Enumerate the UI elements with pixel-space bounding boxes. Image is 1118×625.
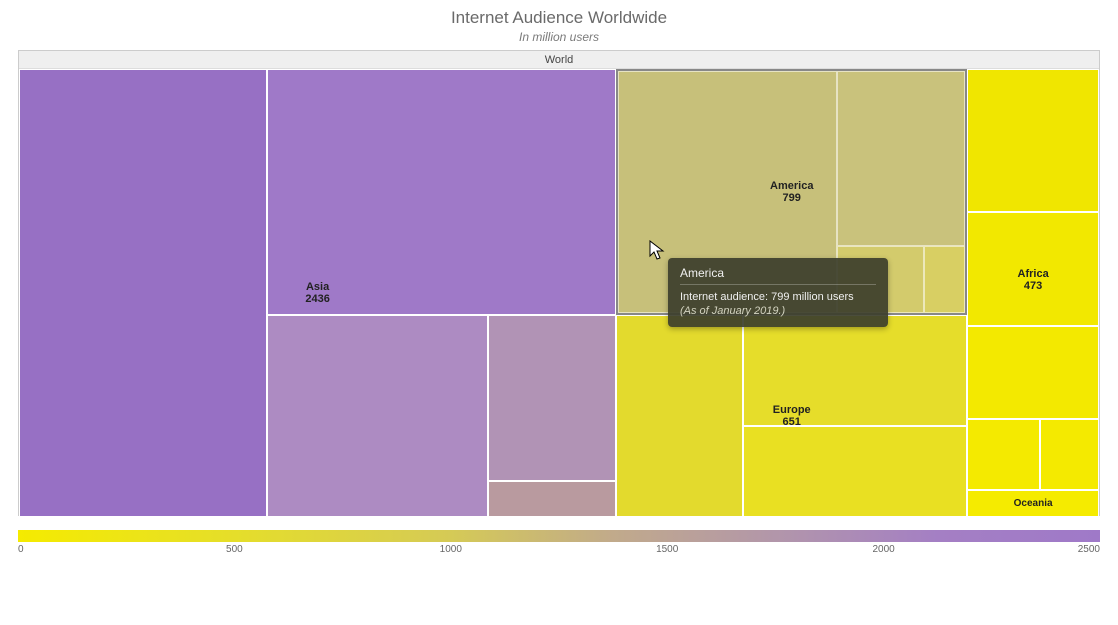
scale-tick: 2500 xyxy=(1078,544,1100,555)
color-scale-gradient xyxy=(18,530,1100,542)
chart-subtitle: In million users xyxy=(0,30,1118,44)
region-asia-child-4[interactable] xyxy=(488,315,616,481)
scale-tick: 1000 xyxy=(440,544,462,555)
tooltip-title: America xyxy=(680,266,876,285)
tooltip: America Internet audience: 799 million u… xyxy=(668,258,888,327)
region-africa[interactable]: Africa 473 xyxy=(967,69,1099,490)
region-oceania[interactable]: Oceania xyxy=(967,490,1099,517)
region-asia-child-1[interactable] xyxy=(19,69,267,517)
region-oceania-label: Oceania xyxy=(1014,498,1053,509)
scale-tick: 0 xyxy=(18,544,24,555)
region-africa-child-1[interactable] xyxy=(967,69,1099,212)
tooltip-value-line: Internet audience: 799 million users xyxy=(680,291,876,303)
region-europe[interactable]: Europe 651 xyxy=(616,315,967,517)
region-europe-child-2[interactable] xyxy=(743,315,968,426)
region-america-child-4[interactable] xyxy=(924,246,966,314)
region-africa-child-2[interactable] xyxy=(967,212,1099,326)
region-asia-child-3[interactable] xyxy=(267,315,488,517)
color-scale: 0 500 1000 1500 2000 2500 xyxy=(18,530,1100,560)
region-africa-child-3[interactable] xyxy=(967,326,1099,419)
treemap-area: Asia 2436 America 799 Europe 651 xyxy=(19,69,1099,517)
region-africa-child-4[interactable] xyxy=(967,419,1039,491)
region-europe-child-1[interactable] xyxy=(616,315,742,517)
region-asia-child-2[interactable] xyxy=(267,69,616,315)
treemap[interactable]: World Asia 2436 America 799 xyxy=(18,50,1100,516)
scale-tick: 2000 xyxy=(872,544,894,555)
region-africa-child-5[interactable] xyxy=(1040,419,1099,491)
region-asia[interactable]: Asia 2436 xyxy=(19,69,616,517)
region-europe-child-3[interactable] xyxy=(743,426,968,517)
region-america-child-2[interactable] xyxy=(837,71,965,246)
region-asia-child-5[interactable] xyxy=(488,481,616,517)
scale-tick: 1500 xyxy=(656,544,678,555)
scale-tick: 500 xyxy=(226,544,243,555)
tooltip-note: (As of January 2019.) xyxy=(680,305,876,317)
treemap-root-label[interactable]: World xyxy=(19,51,1099,69)
chart-title: Internet Audience Worldwide xyxy=(0,8,1118,28)
